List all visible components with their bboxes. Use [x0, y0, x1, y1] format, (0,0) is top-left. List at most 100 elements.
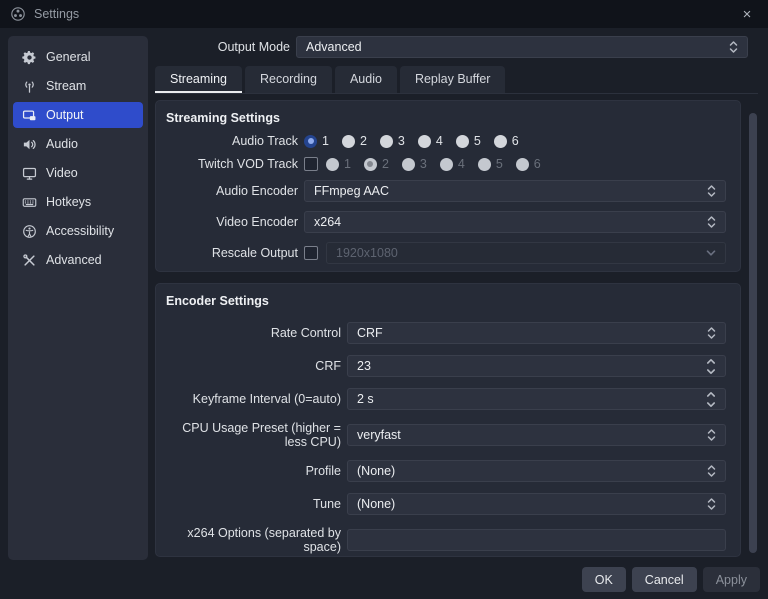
ok-button[interactable]: OK: [581, 567, 626, 592]
vod-radio-5: [477, 157, 491, 171]
speaker-icon: [22, 137, 37, 152]
tab-recording[interactable]: Recording: [244, 66, 332, 93]
radio-track-4[interactable]: [417, 134, 431, 148]
combo-arrows-icon: [701, 428, 716, 442]
apply-button[interactable]: Apply: [702, 567, 760, 592]
x264-options-row: x264 Options (separated by space): [164, 526, 726, 554]
tab-audio[interactable]: Audio: [334, 66, 397, 93]
radio-label: 5: [495, 157, 503, 171]
combo-arrows-icon: [701, 215, 716, 229]
radio-label: 5: [473, 134, 481, 148]
keyframe-interval-spinbox[interactable]: 2 s: [347, 388, 726, 410]
group-title: Encoder Settings: [166, 294, 269, 308]
rate-control-row: Rate Control CRF: [164, 322, 726, 344]
radio-label: 6: [511, 134, 519, 148]
radio-label: 6: [533, 157, 541, 171]
keyframe-interval-label: Keyframe Interval (0=auto): [192, 392, 341, 406]
video-encoder-value: x264: [314, 215, 342, 229]
close-icon[interactable]: ×: [736, 6, 758, 23]
sidebar-item-video[interactable]: Video: [13, 160, 143, 186]
output-mode-label: Output Mode: [217, 40, 290, 54]
radio-track-2[interactable]: [341, 134, 355, 148]
tune-label: Tune: [312, 497, 341, 511]
sidebar-item-accessibility[interactable]: Accessibility: [13, 218, 143, 244]
radio-label: 2: [381, 157, 389, 171]
combo-arrows-icon: [701, 326, 716, 340]
group-title: Streaming Settings: [166, 111, 280, 125]
keyboard-icon: [22, 195, 37, 210]
x264-options-label: x264 Options (separated by space): [187, 526, 341, 554]
twitch-vod-row: Twitch VOD Track 1 2 3 4 5 6: [164, 157, 726, 171]
sidebar-item-hotkeys[interactable]: Hotkeys: [13, 189, 143, 215]
video-encoder-label: Video Encoder: [216, 215, 298, 229]
profile-select[interactable]: (None): [347, 460, 726, 482]
tab-replay-buffer[interactable]: Replay Buffer: [399, 66, 506, 93]
sidebar-item-audio[interactable]: Audio: [13, 131, 143, 157]
sidebar-item-label: Stream: [46, 79, 87, 93]
profile-value: (None): [357, 464, 396, 478]
radio-label: 1: [322, 134, 329, 148]
radio-label: 1: [344, 157, 351, 171]
rescale-output-checkbox[interactable]: [304, 246, 318, 260]
settings-sidebar: General Stream Output Audio Video Hotkey…: [8, 36, 148, 560]
twitch-vod-checkbox[interactable]: [304, 157, 318, 171]
tune-value: (None): [357, 497, 396, 511]
tune-select[interactable]: (None): [347, 493, 726, 515]
cpu-preset-value: veryfast: [357, 428, 401, 442]
rate-control-label: Rate Control: [270, 326, 341, 340]
x264-options-input[interactable]: [347, 529, 726, 551]
audio-encoder-select[interactable]: FFmpeg AAC: [304, 180, 726, 202]
vod-radio-1: [326, 157, 339, 171]
rescale-output-row: Rescale Output 1920x1080: [164, 242, 726, 264]
combo-arrows-icon: [723, 40, 738, 54]
vod-radio-3: [401, 157, 415, 171]
radio-track-3[interactable]: [379, 134, 393, 148]
radio-label: 3: [419, 157, 427, 171]
obs-logo-icon: [10, 6, 26, 22]
streaming-settings-group: Streaming Settings Audio Track 1 2 3 4 5…: [155, 100, 741, 272]
crf-row: CRF 23: [164, 355, 726, 377]
rate-control-select[interactable]: CRF: [347, 322, 726, 344]
sidebar-item-label: Advanced: [46, 253, 102, 267]
monitor-icon: [22, 166, 37, 181]
output-mode-select[interactable]: Advanced: [296, 36, 748, 58]
sidebar-item-general[interactable]: General: [13, 44, 143, 70]
profile-label: Profile: [305, 464, 341, 478]
vod-radio-4: [439, 157, 453, 171]
audio-track-label: Audio Track: [231, 134, 298, 148]
video-encoder-select[interactable]: x264: [304, 211, 726, 233]
sidebar-item-stream[interactable]: Stream: [13, 73, 143, 99]
sidebar-item-advanced[interactable]: Advanced: [13, 247, 143, 273]
radio-track-6[interactable]: [493, 134, 507, 148]
rescale-output-label: Rescale Output: [211, 246, 298, 260]
audio-encoder-row: Audio Encoder FFmpeg AAC: [164, 180, 726, 202]
accessibility-icon: [22, 224, 37, 239]
radio-track-5[interactable]: [455, 134, 469, 148]
rescale-resolution-value: 1920x1080: [336, 246, 398, 260]
cpu-preset-label: CPU Usage Preset (higher = less CPU): [182, 421, 341, 449]
rate-control-value: CRF: [357, 326, 383, 340]
cpu-preset-select[interactable]: veryfast: [347, 424, 726, 446]
cpu-preset-row: CPU Usage Preset (higher = less CPU) ver…: [164, 421, 726, 449]
chevron-down-icon: [700, 249, 716, 257]
spinbox-arrows-icon[interactable]: [700, 390, 716, 409]
output-mode-row: Output Mode Advanced: [155, 36, 748, 58]
combo-arrows-icon: [701, 497, 716, 511]
spinbox-arrows-icon[interactable]: [700, 357, 716, 376]
output-icon: [22, 108, 37, 123]
keyframe-interval-value: 2 s: [357, 392, 374, 406]
sidebar-item-label: Hotkeys: [46, 195, 92, 209]
keyframe-interval-row: Keyframe Interval (0=auto) 2 s: [164, 388, 726, 410]
crf-value: 23: [357, 359, 371, 373]
audio-track-row: Audio Track 1 2 3 4 5 6: [164, 134, 726, 148]
audio-track-radios: 1 2 3 4 5 6: [304, 134, 519, 148]
cancel-button[interactable]: Cancel: [631, 567, 697, 592]
broadcast-icon: [22, 79, 37, 94]
crf-spinbox[interactable]: 23: [347, 355, 726, 377]
tab-streaming[interactable]: Streaming: [155, 66, 242, 93]
sidebar-item-output[interactable]: Output: [13, 102, 143, 128]
radio-track-1[interactable]: [304, 134, 317, 148]
audio-encoder-value: FFmpeg AAC: [314, 184, 390, 198]
vod-radio-2: [363, 157, 377, 171]
vertical-scrollbar-thumb[interactable]: [749, 113, 757, 553]
